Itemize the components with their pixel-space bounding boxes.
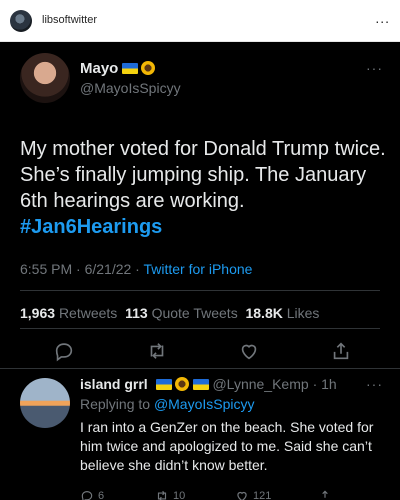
ukraine-flag-icon bbox=[192, 379, 209, 390]
divider bbox=[20, 328, 380, 329]
quotes-count: 113 bbox=[125, 305, 148, 321]
retweets-count: 1,963 bbox=[20, 305, 56, 321]
reply-like-button[interactable]: 121 bbox=[235, 488, 271, 500]
account-avatar[interactable] bbox=[10, 10, 32, 32]
replying-to: Replying to @MayoIsSpicyy bbox=[80, 396, 255, 412]
ukraine-flag-icon bbox=[122, 63, 139, 74]
heart-icon[interactable] bbox=[238, 340, 260, 362]
tweet-more-icon[interactable]: ··· bbox=[366, 60, 383, 76]
ukraine-flag-icon bbox=[155, 379, 172, 390]
tweet-actions bbox=[20, 340, 380, 362]
hashtag-link[interactable]: #Jan6Hearings bbox=[20, 216, 162, 238]
reply-text: I ran into a GenZer on the beach. She vo… bbox=[80, 419, 374, 473]
reply-actions: 6 10 121 bbox=[80, 488, 390, 500]
reply-more-icon[interactable]: ··· bbox=[366, 376, 383, 392]
retweet-count: 10 bbox=[173, 490, 186, 500]
share-icon[interactable] bbox=[330, 340, 352, 362]
tweet-timestamp[interactable]: 6:55 PM · 6/21/22 · bbox=[20, 261, 143, 277]
reply-retweet-button[interactable]: 10 bbox=[155, 488, 185, 500]
reply-reply-button[interactable]: 6 bbox=[80, 488, 104, 500]
reply-icon bbox=[81, 491, 93, 500]
reply-author-handle[interactable]: @Lynne_Kemp bbox=[212, 376, 308, 392]
reply-count: 6 bbox=[98, 490, 105, 500]
tweet-stats: 1,963 Retweets 113 Quote Tweets 18.8K Li… bbox=[20, 305, 319, 321]
heart-icon bbox=[237, 491, 247, 500]
share-icon bbox=[322, 490, 328, 498]
tweet-body: My mother voted for Donald Trump twice. … bbox=[20, 136, 390, 240]
reply-share-button[interactable] bbox=[318, 488, 332, 500]
reply-time[interactable]: · 1h bbox=[313, 376, 337, 392]
retweets-label: Retweets bbox=[58, 305, 118, 321]
divider bbox=[0, 368, 400, 369]
reply-icon[interactable] bbox=[53, 340, 75, 362]
sunflower-icon bbox=[174, 377, 189, 391]
sunflower-icon bbox=[141, 61, 156, 75]
tweet-meta: 6:55 PM · 6/21/22 · Twitter for iPhone bbox=[20, 261, 252, 277]
author-name-row: Mayo bbox=[80, 60, 156, 77]
retweet-icon[interactable] bbox=[146, 340, 168, 362]
replying-prefix: Replying to bbox=[80, 396, 154, 412]
divider bbox=[20, 290, 380, 291]
likes-count: 18.8K bbox=[245, 305, 283, 321]
account-username[interactable]: libsoftwitter bbox=[42, 14, 97, 26]
author-handle[interactable]: @MayoIsSpicyy bbox=[80, 80, 181, 96]
like-count: 121 bbox=[253, 490, 272, 500]
retweet-icon bbox=[157, 490, 167, 500]
post-header: libsoftwitter ... bbox=[0, 0, 400, 42]
tweet-text: My mother voted for Donald Trump twice. … bbox=[20, 138, 386, 212]
author-name[interactable]: Mayo bbox=[80, 60, 118, 77]
quotes-stat[interactable]: 113 Quote Tweets bbox=[125, 305, 238, 321]
reply-author-avatar[interactable] bbox=[20, 378, 70, 428]
replying-handle[interactable]: @MayoIsSpicyy bbox=[154, 396, 255, 412]
quotes-label: Quote Tweets bbox=[151, 305, 238, 321]
retweets-stat[interactable]: 1,963 Retweets bbox=[20, 305, 117, 321]
tweet-source[interactable]: Twitter for iPhone bbox=[143, 261, 252, 277]
reply-author-name[interactable]: island grrl bbox=[80, 376, 148, 392]
tweet-screenshot: Mayo @MayoIsSpicyy ··· My mother voted f… bbox=[0, 42, 400, 500]
author-avatar[interactable] bbox=[20, 53, 70, 103]
likes-label: Likes bbox=[286, 305, 320, 321]
likes-stat[interactable]: 18.8K Likes bbox=[245, 305, 319, 321]
more-options-button[interactable]: ... bbox=[375, 10, 390, 26]
reply-header: island grrl @Lynne_Kemp · 1h bbox=[80, 376, 337, 392]
